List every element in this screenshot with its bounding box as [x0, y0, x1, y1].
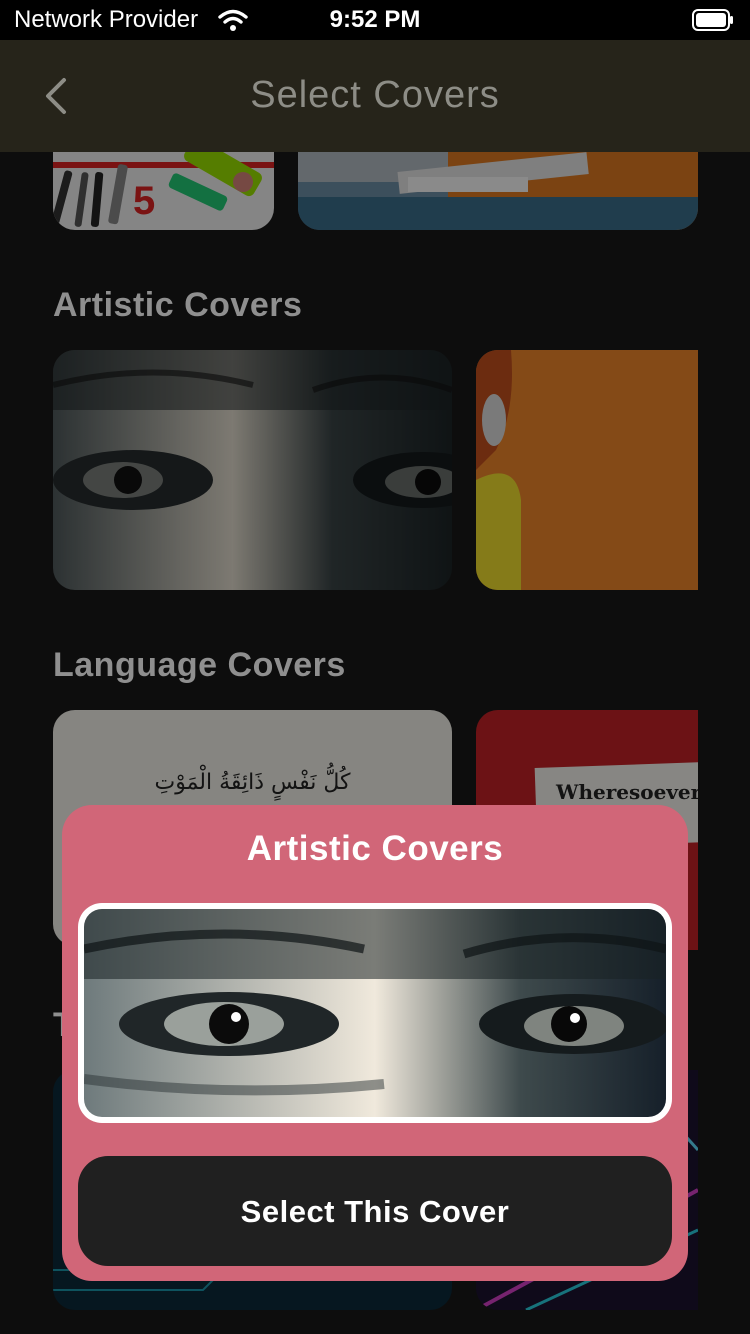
cover-card-stationery[interactable]: 5 [53, 152, 274, 230]
section-title-artistic: Artistic Covers [53, 286, 303, 324]
status-bar: Network Provider 9:52 PM [0, 0, 750, 40]
cover-preview-modal: Artistic Covers Select This Cover [62, 805, 688, 1281]
cover-card-eyes[interactable] [53, 350, 452, 590]
cover-card-office[interactable] [298, 152, 698, 230]
quote-text: Wheresoever [556, 780, 698, 804]
cover-card-headphones[interactable] [476, 350, 698, 590]
stationery-image: 5 [53, 152, 274, 230]
eyes-sketch-image [53, 350, 452, 590]
arabic-verse: كُلُّ نَفْسٍ ذَائِقَةُ الْمَوْتِ [154, 770, 351, 795]
navigation-bar: Select Covers [0, 40, 750, 152]
page-title: Select Covers [250, 74, 500, 116]
section-title-language: Language Covers [53, 646, 346, 684]
office-image [298, 152, 698, 230]
headphones-girl-image [476, 350, 698, 590]
eyes-sketch-preview [84, 909, 666, 1117]
battery-icon [692, 9, 733, 31]
cover-preview [78, 903, 672, 1123]
modal-title: Artistic Covers [246, 829, 504, 868]
select-cover-button[interactable]: Select This Cover [78, 1156, 672, 1266]
status-time: 9:52 PM [329, 6, 421, 33]
svg-text:5: 5 [133, 179, 155, 223]
